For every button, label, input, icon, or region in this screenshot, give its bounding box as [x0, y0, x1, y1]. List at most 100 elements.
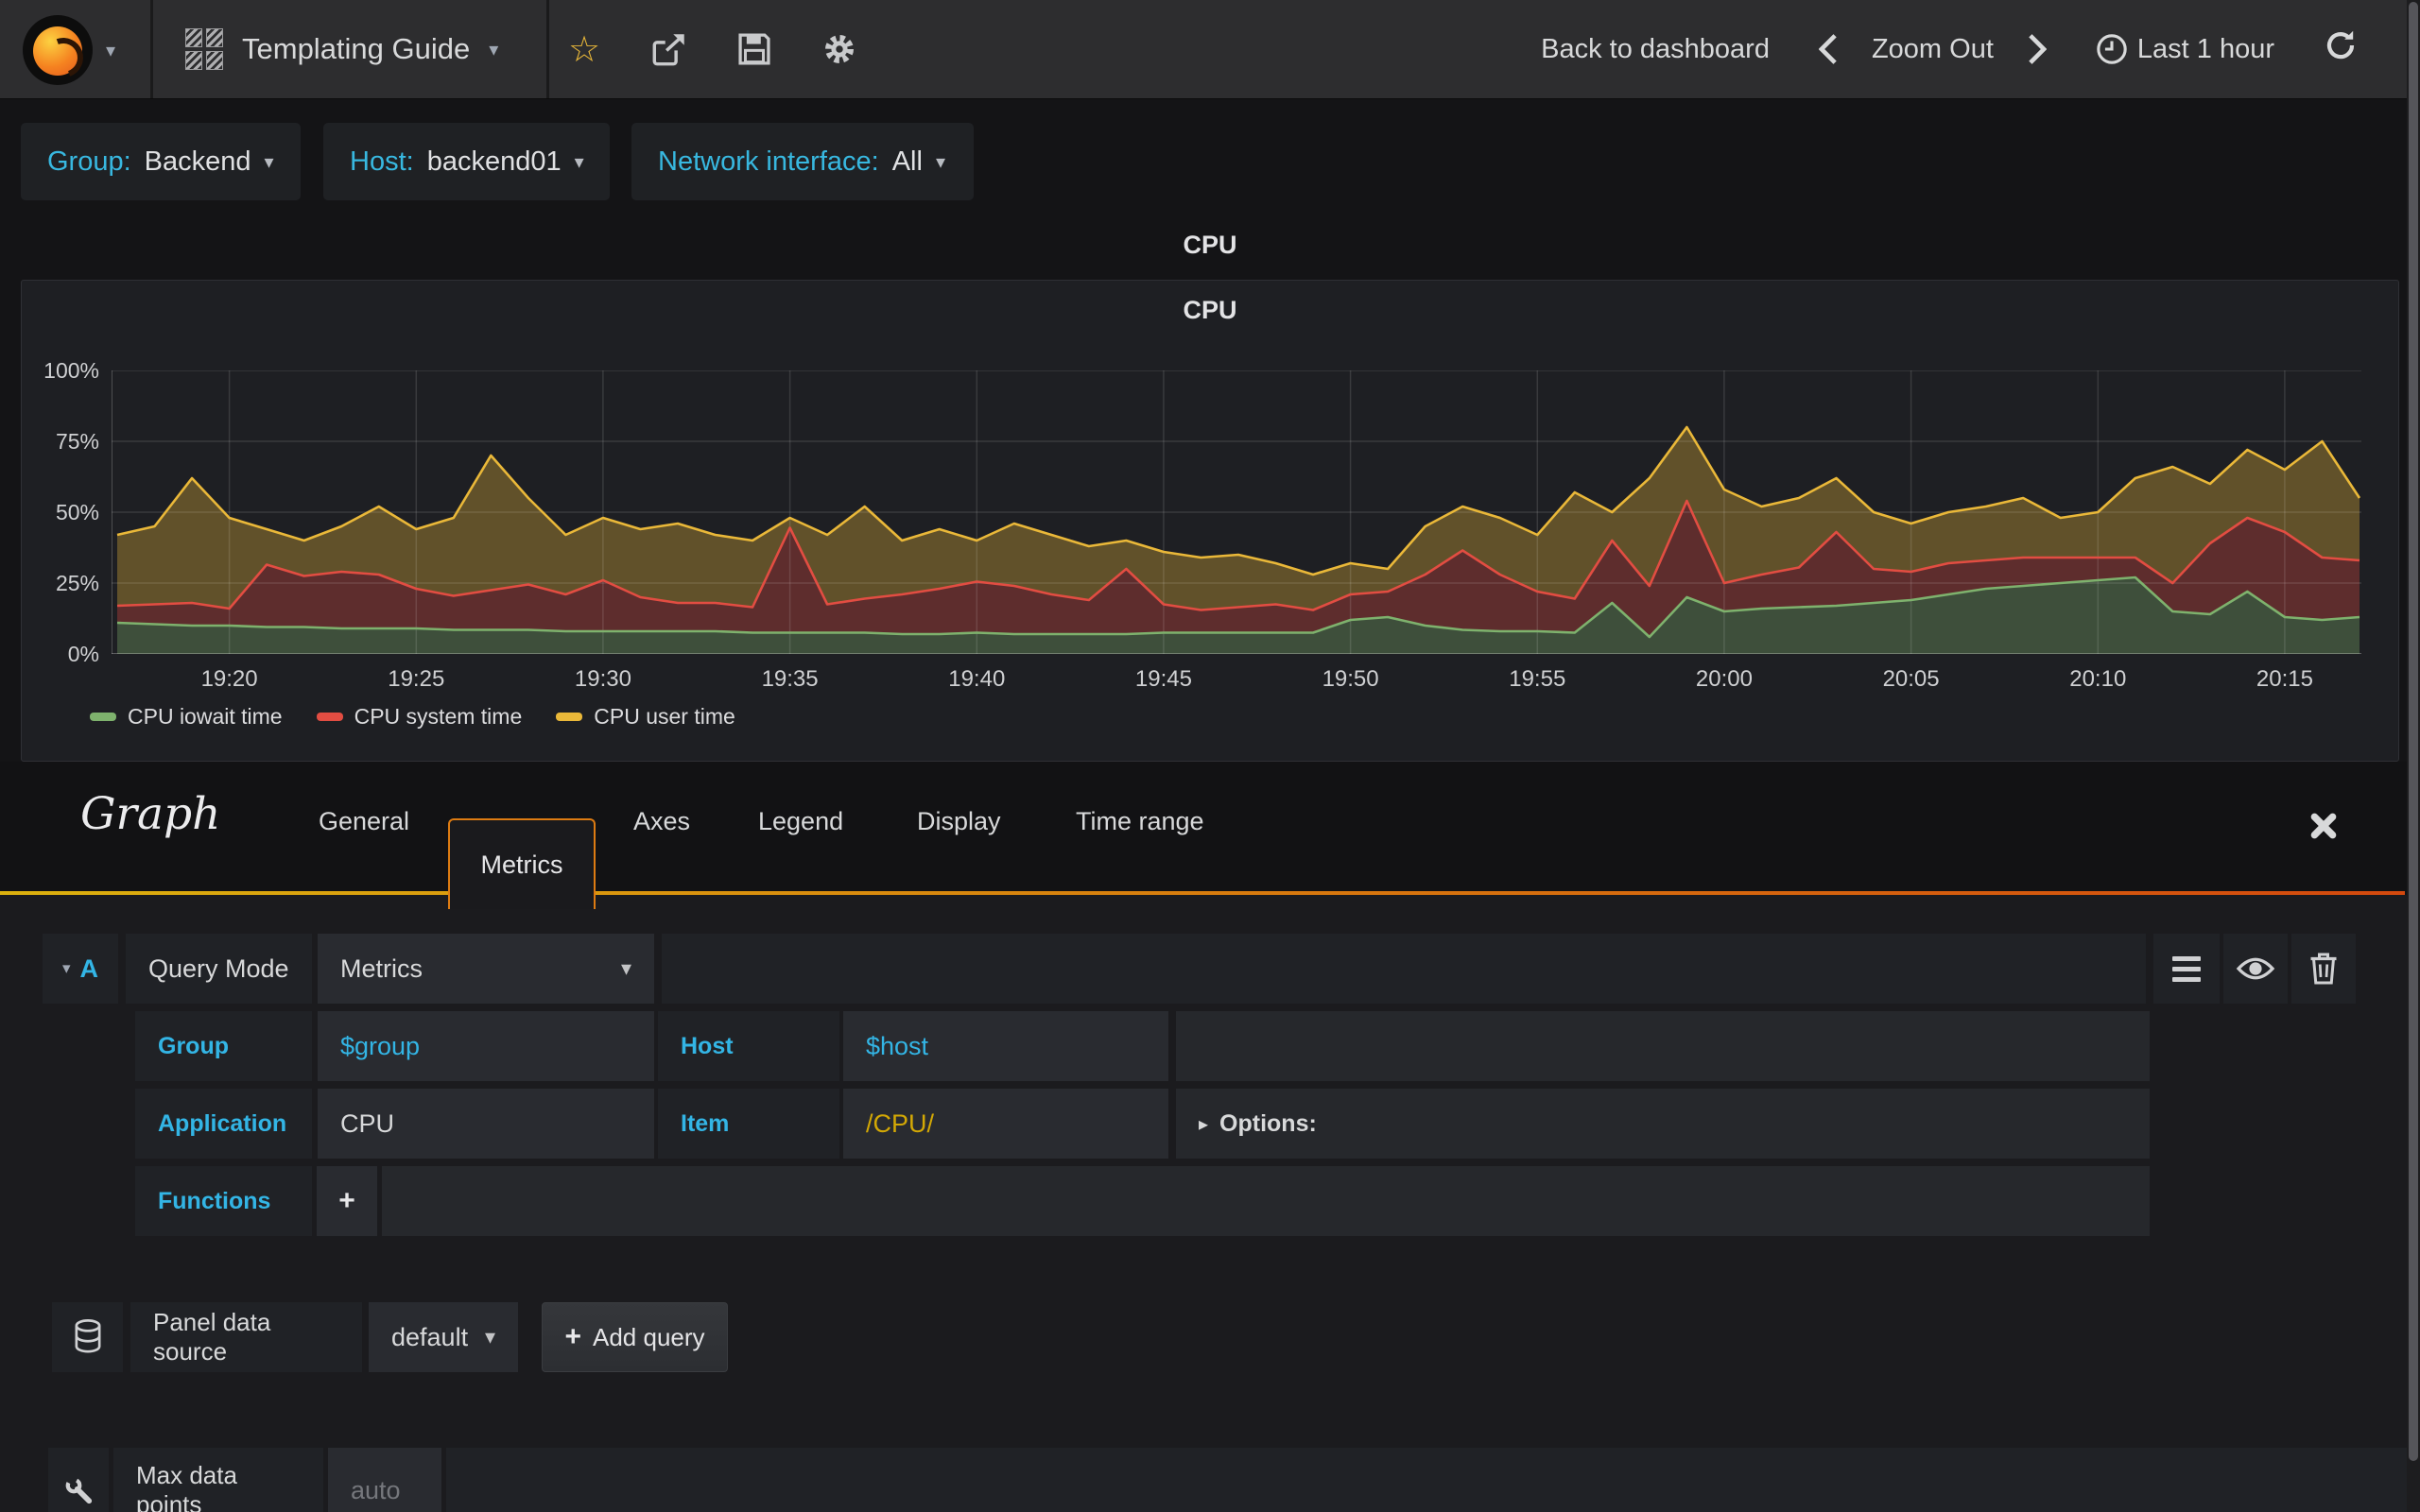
grafana-logo-menu[interactable]: ▾	[23, 14, 134, 86]
query-delete-button[interactable]	[2291, 934, 2356, 1004]
menu-icon	[2172, 955, 2201, 982]
clock-icon	[2096, 33, 2128, 65]
query-toggle-visibility-button[interactable]	[2223, 934, 2288, 1004]
navbar: ▾ Templating Guide ▾ ☆ Back to dashboard	[0, 0, 2420, 99]
legend-item[interactable]: CPU system time	[316, 704, 523, 730]
x-tick-label: 19:25	[388, 666, 445, 692]
x-tick-label: 19:40	[948, 666, 1006, 692]
navbar-separator	[546, 0, 549, 98]
variable-host[interactable]: Host: backend01 ▾	[323, 123, 610, 200]
options-toggle[interactable]: ▸ Options:	[1176, 1089, 2150, 1159]
host-label: Host	[658, 1011, 839, 1081]
item-input[interactable]: /CPU/	[843, 1089, 1168, 1159]
functions-label: Functions	[135, 1166, 312, 1236]
legend-swatch-icon	[556, 713, 583, 721]
panel-title[interactable]: CPU	[22, 296, 2398, 325]
application-label: Application	[135, 1089, 312, 1159]
add-query-label: Add query	[593, 1322, 705, 1351]
wrench-icon	[65, 1477, 93, 1504]
scrollbar-thumb[interactable]	[2409, 2, 2418, 1461]
panel-type-title: Graph	[80, 788, 221, 840]
datasource-select[interactable]: default ▾	[369, 1302, 518, 1372]
query-menu-button[interactable]	[2153, 934, 2220, 1004]
options-label: Options:	[1219, 1109, 1317, 1137]
panel-datasource-label: Panel data source	[130, 1302, 362, 1372]
host-input[interactable]: $host	[843, 1011, 1168, 1081]
legend-swatch-icon	[316, 713, 343, 721]
time-shift-right-icon[interactable]	[2028, 34, 2047, 64]
tab-general[interactable]: General	[319, 807, 409, 836]
legend-swatch-icon	[90, 713, 116, 721]
query-letter: A	[79, 954, 99, 983]
functions-row-filler	[382, 1166, 2150, 1236]
close-editor-icon[interactable]	[2303, 805, 2344, 847]
variable-label: Group:	[47, 146, 131, 177]
application-input[interactable]: CPU	[318, 1089, 654, 1159]
caret-down-icon: ▾	[574, 151, 584, 173]
max-data-points-input[interactable]: auto	[328, 1448, 441, 1512]
legend-series-name: CPU iowait time	[128, 704, 283, 729]
time-shift-left-icon[interactable]	[1818, 34, 1838, 64]
tab-display[interactable]: Display	[917, 807, 1001, 836]
navbar-action-icons: ☆	[563, 0, 860, 98]
legend-item[interactable]: CPU user time	[556, 704, 735, 730]
variable-network-interface[interactable]: Network interface: All ▾	[631, 123, 974, 200]
caret-down-icon: ▾	[264, 151, 274, 173]
variable-group[interactable]: Group: Backend ▾	[21, 123, 301, 200]
add-function-button[interactable]: +	[317, 1166, 377, 1236]
x-tick-label: 20:00	[1695, 666, 1753, 692]
save-icon[interactable]	[734, 28, 775, 70]
y-tick-label: 75%	[55, 429, 99, 454]
share-icon[interactable]	[648, 28, 690, 70]
navbar-right-controls: Back to dashboard Zoom Out Last 1 hour	[1541, 0, 2358, 98]
query-mode-select[interactable]: Metrics ▾	[318, 934, 654, 1004]
graph-panel: CPU 100% 75% 50% 25% 0% 19:20 19:25 19:30 19:35…	[21, 280, 2399, 762]
plus-icon: +	[564, 1321, 581, 1352]
grafana-screen: ▾ Templating Guide ▾ ☆ Back to dashboard	[0, 0, 2420, 1512]
legend-series-name: CPU system time	[354, 704, 523, 729]
x-tick-label: 19:50	[1322, 666, 1379, 692]
group-input[interactable]: $group	[318, 1011, 654, 1081]
tab-axes[interactable]: Axes	[633, 807, 690, 836]
x-tick-label: 19:55	[1509, 666, 1566, 692]
dashboard-grid-icon	[185, 28, 223, 70]
x-tick-label: 20:10	[2069, 666, 2127, 692]
tab-legend[interactable]: Legend	[758, 807, 843, 836]
x-tick-label: 20:15	[2256, 666, 2313, 692]
plus-icon: +	[338, 1185, 355, 1216]
y-tick-label: 50%	[55, 500, 99, 524]
max-data-points-filler	[446, 1448, 2416, 1512]
query-letter-toggle[interactable]: ▾ A	[43, 934, 118, 1004]
datasource-value: default	[391, 1322, 469, 1351]
tab-time-range[interactable]: Time range	[1076, 807, 1204, 836]
caret-down-icon: ▾	[484, 1325, 495, 1349]
tab-metrics[interactable]: Metrics	[448, 818, 596, 909]
cpu-stacked-area-chart[interactable]	[112, 370, 2361, 654]
database-icon	[75, 1319, 100, 1353]
query-row-filler	[1176, 1011, 2150, 1081]
dashboard-title: Templating Guide	[242, 32, 471, 65]
query-mode-value: Metrics	[340, 954, 423, 983]
page-scrollbar[interactable]	[2407, 0, 2420, 1512]
caret-down-icon: ▾	[61, 959, 71, 977]
zoom-out-button[interactable]: Zoom Out	[1872, 34, 1994, 65]
x-tick-label: 19:30	[574, 666, 631, 692]
triangle-right-icon: ▸	[1199, 1113, 1209, 1135]
dashboard-title-menu[interactable]: Templating Guide ▾	[151, 0, 546, 98]
variable-label: Network interface:	[658, 146, 879, 177]
settings-gear-icon[interactable]	[819, 28, 860, 70]
caret-down-icon: ▾	[620, 956, 631, 980]
max-data-points-label: Max data points	[113, 1448, 323, 1512]
time-picker-button[interactable]: Last 1 hour	[2137, 34, 2274, 65]
legend-item[interactable]: CPU iowait time	[90, 704, 283, 730]
y-tick-label: 25%	[55, 571, 99, 595]
star-icon[interactable]: ☆	[563, 28, 605, 70]
y-tick-label: 0%	[67, 642, 99, 666]
dashboard-row-title: CPU	[1183, 231, 1237, 259]
metrics-tab-body: ▾ A Query Mode Metrics ▾ Group $group Ho…	[0, 895, 2420, 1512]
variable-value: All	[891, 146, 923, 177]
back-to-dashboard-button[interactable]: Back to dashboard	[1541, 34, 1770, 65]
add-query-button[interactable]: + Add query	[542, 1302, 728, 1372]
refresh-icon[interactable]	[2324, 28, 2358, 70]
eye-icon	[2236, 957, 2275, 980]
